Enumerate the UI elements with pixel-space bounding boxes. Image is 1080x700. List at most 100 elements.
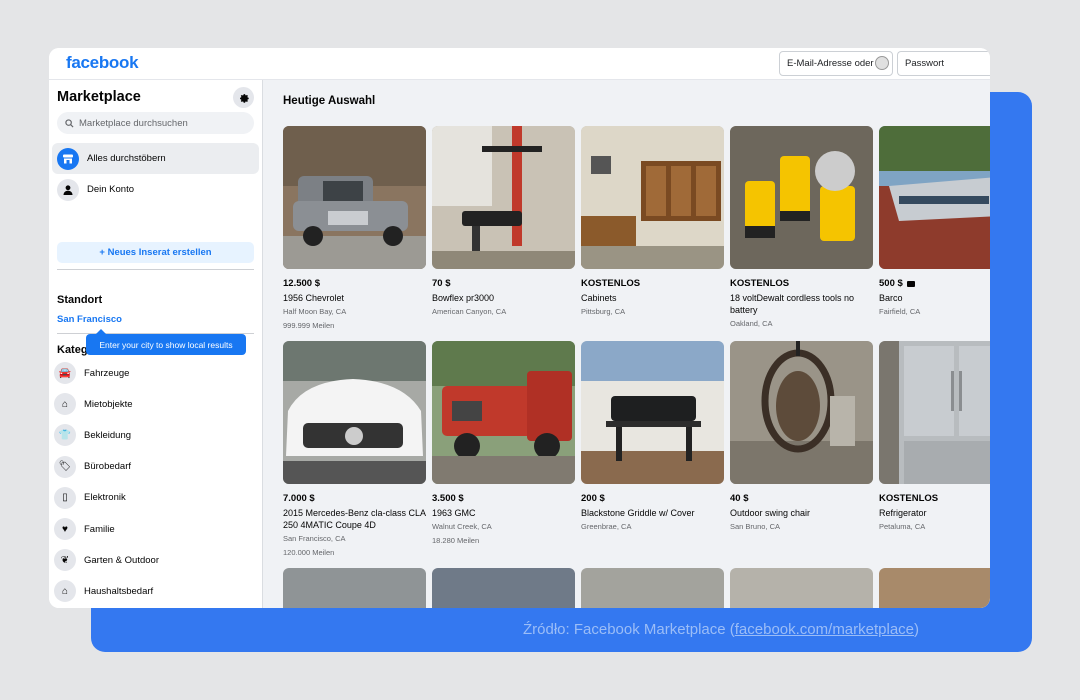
category-item[interactable]: ⌂ Haushaltsbedarf (54, 577, 259, 605)
listing-card[interactable]: 200 $ Blackstone Griddle w/ Cover Greenbra… (581, 341, 725, 533)
listing-title: Outdoor swing chair (730, 508, 811, 518)
category-label: Haushaltsbedarf (84, 585, 154, 597)
facebook-logo[interactable]: facebook (66, 53, 139, 73)
page-title: Marketplace (57, 89, 141, 105)
category-item[interactable]: 🚘 Fahrzeuge (54, 359, 259, 387)
listing-location: Fairfield, CA (879, 307, 921, 316)
listing-location: Walnut Creek, CA (432, 522, 492, 531)
location-link[interactable]: San Francisco (57, 314, 122, 325)
listing-card[interactable]: 3.500 $ 1963 GMC Walnut Creek, CA 18.280 Me… (432, 341, 576, 547)
category-label: Bekleidung (84, 429, 132, 441)
listings-feed: Heutige Auswahl 12.500 $ 1956 Chevrolet Ha… (263, 80, 990, 608)
listing-location: Oakland, CA (730, 319, 773, 328)
listing-image[interactable] (283, 341, 426, 484)
divider (57, 269, 254, 270)
listing-title: 2015 Mercedes-Benz cla-class CLA 250 4MA… (283, 508, 426, 530)
listing-image[interactable] (283, 568, 426, 608)
create-listing-button[interactable]: + Neues Inserat erstellen (57, 242, 254, 263)
video-icon (906, 280, 915, 287)
listing-mileage: 18.280 Meilen (432, 536, 480, 545)
house-key-icon: ⌂ (54, 393, 76, 416)
plant-icon: ❦ (54, 549, 76, 572)
category-item[interactable]: ▯ Elektronik (54, 484, 259, 512)
category-item[interactable]: ⌂ Mietobjekte (54, 390, 259, 418)
search-icon (65, 118, 74, 128)
top-bar: facebook E-Mail-Adresse oder Passwort (49, 48, 990, 80)
listing-card[interactable]: KOSTENLOS 18 voltDewalt cordless tools no… (730, 126, 874, 330)
listing-image[interactable] (730, 568, 873, 608)
search-input[interactable]: Marketplace durchsuchen (57, 112, 254, 134)
listing-price: 500 $ (879, 278, 990, 289)
category-item[interactable]: 👕 Bekleidung (54, 421, 259, 449)
listing-price: 200 $ (581, 493, 605, 504)
listing-image[interactable] (283, 126, 426, 269)
listing-card[interactable]: KOSTENLOS Refrigerator Petaluma, CA (879, 341, 990, 533)
listing-image[interactable] (581, 126, 724, 269)
password-field[interactable]: Passwort (897, 51, 990, 76)
listing-title: Bowflex pr3000 (432, 293, 495, 303)
heart-icon: ♥ (54, 518, 76, 540)
listing-image[interactable] (730, 341, 873, 484)
listing-location: Greenbrae, CA (581, 522, 632, 531)
listing-mileage: 120.000 Meilen (283, 548, 335, 557)
listing-image[interactable] (432, 568, 575, 608)
listing-location: Half Moon Bay, CA (283, 307, 347, 316)
listing-image[interactable] (432, 341, 575, 484)
listing-card[interactable]: 7.000 $ 2015 Mercedes-Benz cla-class CLA … (283, 341, 427, 559)
listing-price: 40 $ (730, 493, 749, 504)
home-icon: ⌂ (54, 580, 76, 603)
listing-image[interactable] (432, 126, 575, 269)
category-label: Familie (84, 523, 115, 535)
listing-title: 18 voltDewalt cordless tools no battery (730, 293, 855, 315)
gear-icon (239, 93, 249, 103)
listing-price: 7.000 $ (283, 493, 315, 504)
phone-icon: ▯ (54, 486, 76, 509)
category-label: Elektronik (84, 492, 126, 504)
listing-price: 70 $ (432, 278, 451, 289)
category-label: Bürobedarf (84, 461, 132, 473)
storefront-icon (57, 147, 79, 170)
listing-card[interactable]: 70 $ Bowflex pr3000 American Canyon, CA (432, 126, 576, 318)
person-icon (57, 178, 79, 201)
email-field[interactable]: E-Mail-Adresse oder (779, 51, 893, 76)
shirt-icon: 👕 (54, 424, 76, 447)
listing-card[interactable]: 12.500 $ 1956 Chevrolet Half Moon Bay, CA 9… (283, 126, 427, 332)
category-label: Fahrzeuge (84, 367, 130, 379)
listing-image[interactable] (581, 341, 724, 484)
settings-button[interactable] (233, 87, 254, 108)
listing-price: KOSTENLOS (730, 278, 790, 289)
browser-window: facebook E-Mail-Adresse oder Passwort Ma… (49, 48, 990, 608)
listing-price: KOSTENLOS (581, 278, 641, 289)
listing-location: Pittsburg, CA (581, 307, 626, 316)
listing-title: Cabinets (581, 293, 617, 303)
listing-card[interactable]: 40 $ Outdoor swing chair San Bruno, CA (730, 341, 874, 533)
listing-title: 1963 GMC (432, 508, 476, 518)
sidebar: Marketplace Marketplace durchsuchen Alle… (49, 80, 263, 608)
location-heading: Standort (57, 294, 103, 306)
listing-location: Petaluma, CA (879, 522, 926, 531)
category-item[interactable]: ♥ Familie (54, 515, 259, 543)
listing-card[interactable]: 500 $ Barco Fairfield, CA (879, 126, 990, 318)
listing-title: Blackstone Griddle w/ Cover (581, 508, 695, 518)
category-item[interactable]: 🏷 Bürobedarf (54, 453, 259, 481)
listing-image[interactable] (730, 126, 873, 269)
tag-icon: 🏷 (54, 455, 76, 478)
nav-browse-all[interactable]: Alles durchstöbern (52, 143, 259, 174)
source-link[interactable]: facebook.com/marketplace (735, 621, 914, 638)
listing-card[interactable]: KOSTENLOS Cabinets Pittsburg, CA (581, 126, 725, 318)
location-tooltip: Enter your city to show local results (86, 329, 246, 355)
listing-mileage: 999.999 Meilen (283, 321, 335, 330)
listing-location: San Francisco, CA (283, 534, 346, 543)
password-manager-icon[interactable] (875, 56, 889, 70)
listing-image[interactable] (879, 126, 990, 269)
listing-image[interactable] (581, 568, 724, 608)
category-item[interactable]: ❦ Garten & Outdoor (54, 546, 259, 574)
listing-image[interactable] (879, 568, 990, 608)
listing-price: 12.500 $ (283, 278, 320, 289)
source-caption: Źródło: Facebook Marketplace (facebook.c… (523, 621, 920, 638)
category-label: Garten & Outdoor (84, 554, 159, 566)
nav-your-account[interactable]: Dein Konto (52, 174, 259, 205)
car-icon: 🚘 (54, 362, 76, 384)
listing-title: 1956 Chevrolet (283, 293, 345, 303)
listing-image[interactable] (879, 341, 990, 484)
